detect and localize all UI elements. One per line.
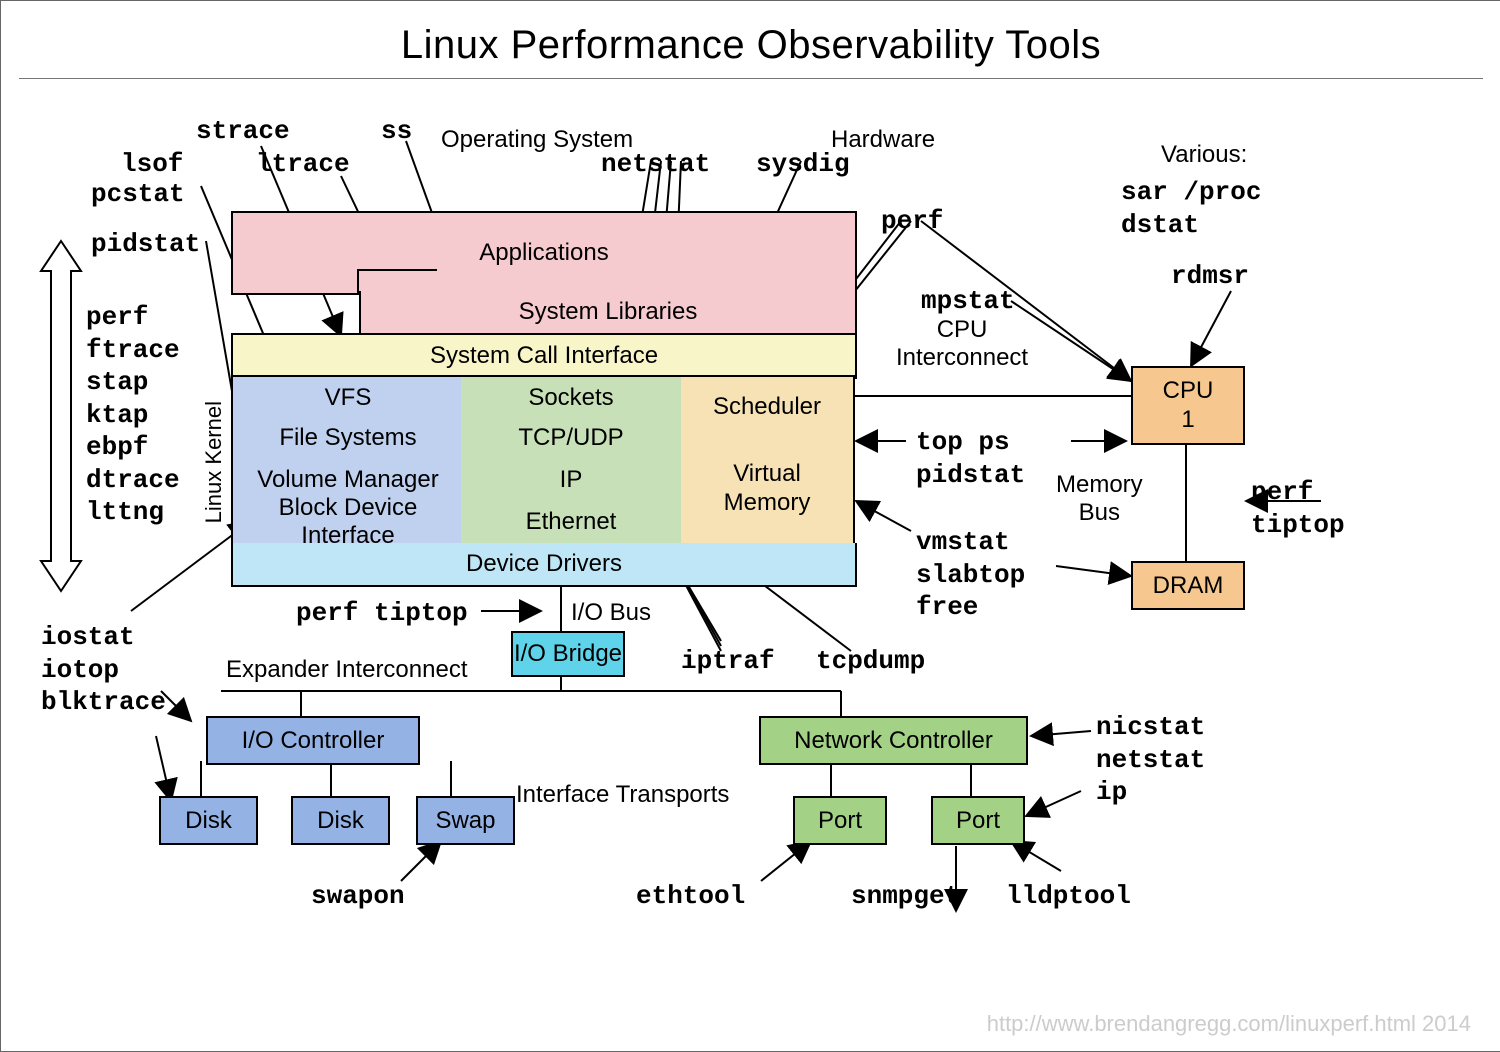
layer-tcp: TCP/UDP bbox=[461, 417, 683, 461]
label-itrans: Interface Transports bbox=[516, 781, 729, 809]
tool-various: sar /proc dstat bbox=[1121, 176, 1261, 241]
tool-ss: ss bbox=[381, 116, 412, 146]
label-membus: Memory Bus bbox=[1056, 471, 1143, 526]
tool-rdmsr: rdmsr bbox=[1171, 261, 1249, 291]
diagram-canvas: Applications System Libraries System Cal… bbox=[1, 101, 1500, 1051]
tool-ethtool: ethtool bbox=[636, 881, 745, 911]
tool-vmstat: vmstat slabtop free bbox=[916, 526, 1025, 624]
tool-ltrace: ltrace bbox=[256, 149, 350, 179]
layer-fs: File Systems bbox=[231, 417, 465, 461]
tool-tcpdump: tcpdump bbox=[816, 646, 925, 676]
tool-iptraf: iptraf bbox=[681, 646, 775, 676]
layer-disk2: Disk bbox=[291, 796, 390, 845]
layer-port2: Port bbox=[931, 796, 1025, 845]
label-various: Various: bbox=[1161, 141, 1247, 169]
tool-leftstack: perf ftrace stap ktap ebpf dtrace lttng bbox=[86, 301, 180, 529]
layer-syslib: System Libraries bbox=[359, 291, 857, 335]
layer-disk1: Disk bbox=[159, 796, 258, 845]
layer-applications: Applications bbox=[231, 211, 857, 295]
syslib-connector-v bbox=[357, 269, 359, 293]
layer-vmem: Virtual Memory bbox=[681, 435, 855, 545]
label-exp: Expander Interconnect bbox=[226, 656, 468, 684]
tool-sysdig: sysdig bbox=[756, 149, 850, 179]
tool-perf2: perf tiptop bbox=[1251, 476, 1345, 541]
tool-swapon: swapon bbox=[311, 881, 405, 911]
tool-netstat: netstat bbox=[601, 149, 710, 179]
layer-cpu: CPU 1 bbox=[1131, 366, 1245, 445]
layer-ip: IP bbox=[461, 459, 683, 503]
tool-topps: top ps pidstat bbox=[916, 426, 1025, 491]
layer-dram: DRAM bbox=[1131, 561, 1245, 610]
layer-iocontroller: I/O Controller bbox=[206, 716, 420, 765]
tool-strace: strace bbox=[196, 116, 290, 146]
title-rule bbox=[19, 78, 1483, 79]
tool-perf: perf bbox=[881, 206, 943, 236]
label-cpuic: CPU Interconnect bbox=[896, 316, 1028, 371]
tool-nicstat: nicstat netstat ip bbox=[1096, 711, 1205, 809]
layer-swap: Swap bbox=[416, 796, 515, 845]
layer-sockets: Sockets bbox=[461, 375, 683, 421]
layer-port1: Port bbox=[793, 796, 887, 845]
syslib-connector-h bbox=[357, 269, 437, 271]
tool-lsof: lsof bbox=[121, 149, 183, 179]
layer-netcontroller: Network Controller bbox=[759, 716, 1028, 765]
layer-scheduler: Scheduler bbox=[681, 375, 855, 439]
label-kernel: Linux Kernel bbox=[201, 401, 227, 523]
layer-dd: Device Drivers bbox=[231, 543, 857, 587]
tool-iostat: iostat iotop blktrace bbox=[41, 621, 166, 719]
tool-snmpget: snmpget bbox=[851, 881, 960, 911]
layer-eth: Ethernet bbox=[461, 501, 683, 545]
tool-mpstat: mpstat bbox=[921, 286, 1015, 316]
label-iobus: I/O Bus bbox=[571, 599, 651, 627]
footer-credit: http://www.brendangregg.com/linuxperf.ht… bbox=[987, 1011, 1471, 1037]
page-title: Linux Performance Observability Tools bbox=[1, 1, 1500, 78]
tool-pcstat: pcstat bbox=[91, 179, 185, 209]
layer-vfs: VFS bbox=[231, 375, 465, 421]
layer-iobridge: I/O Bridge bbox=[511, 631, 625, 677]
layer-bdi: Block Device Interface bbox=[231, 501, 465, 545]
layer-sci: System Call Interface bbox=[231, 333, 857, 379]
tool-pidstat: pidstat bbox=[91, 229, 200, 259]
tool-lldptool: lldptool bbox=[1006, 881, 1131, 911]
diagram-page: Linux Performance Observability Tools bbox=[0, 0, 1500, 1052]
tool-perftiptop: perf tiptop bbox=[296, 598, 468, 628]
